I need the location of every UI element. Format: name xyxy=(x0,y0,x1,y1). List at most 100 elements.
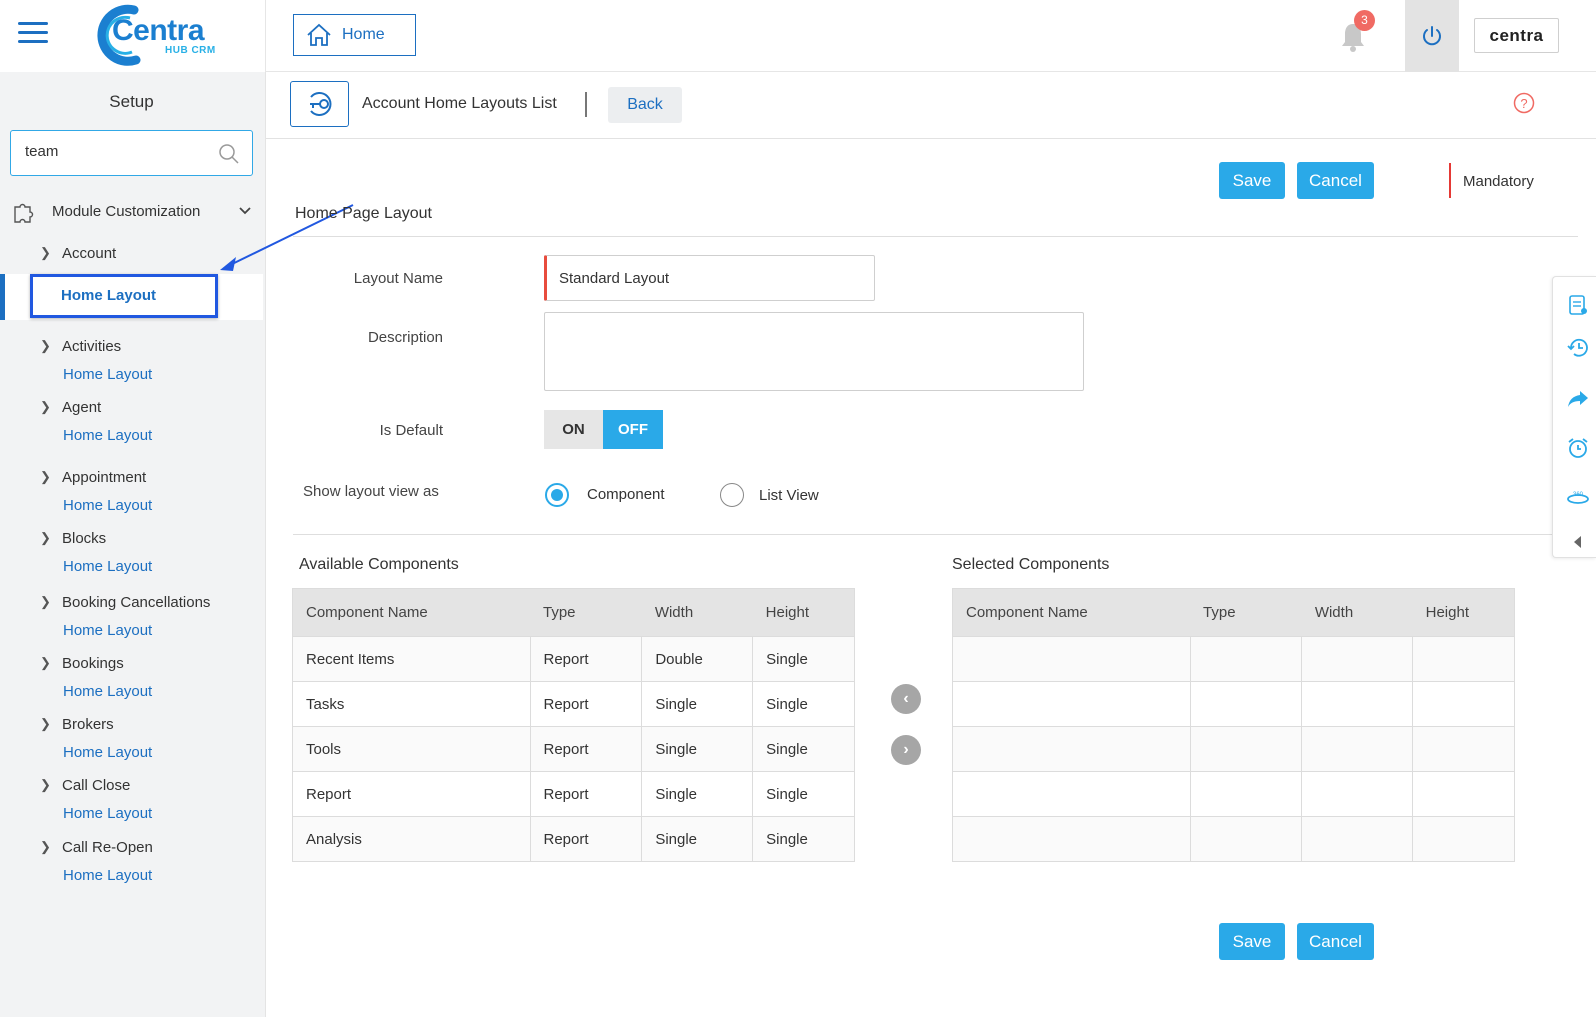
table-row[interactable]: Tasks Report Single Single xyxy=(292,681,855,727)
key-icon xyxy=(309,92,331,116)
selected-components-title: Selected Components xyxy=(952,556,1110,573)
description-field[interactable] xyxy=(544,312,1084,391)
table-cell xyxy=(1189,816,1303,862)
move-left-button[interactable]: ‹ xyxy=(891,684,921,714)
search-icon[interactable] xyxy=(218,143,240,165)
alarm-clock-icon[interactable] xyxy=(1566,436,1590,460)
chevron-right-icon: ❯ xyxy=(40,530,51,545)
table-cell xyxy=(1301,726,1414,772)
sidebar-subitem-home-layout[interactable]: Home Layout xyxy=(63,683,152,705)
sidebar-search[interactable] xyxy=(10,130,253,176)
save-button[interactable]: Save xyxy=(1219,162,1285,199)
table-cell: Single xyxy=(641,681,754,727)
table-cell: Double xyxy=(641,636,754,682)
sidebar-item-blocks[interactable]: ❯ Blocks xyxy=(40,527,106,549)
sidebar-subitem-home-layout[interactable]: Home Layout xyxy=(63,867,152,889)
is-default-off-toggle[interactable]: OFF xyxy=(603,410,663,449)
sidebar-subitem-home-layout[interactable]: Home Layout xyxy=(63,497,152,519)
sidebar-subitem-home-layout[interactable]: Home Layout xyxy=(63,558,152,580)
sidebar-subitem-home-layout[interactable]: Home Layout xyxy=(63,366,152,388)
sidebar-item-call-re-open[interactable]: ❯ Call Re-Open xyxy=(40,836,153,858)
section-title: Home Page Layout xyxy=(295,205,432,222)
chevron-right-icon: ❯ xyxy=(40,594,51,609)
sidebar-item-label: Appointment xyxy=(62,468,147,486)
table-row[interactable]: Tools Report Single Single xyxy=(292,726,855,772)
table-cell xyxy=(952,636,1191,682)
table-cell: Single xyxy=(752,771,855,817)
active-indicator xyxy=(0,274,5,320)
column-header: Type xyxy=(530,588,642,637)
chevron-right-icon: ❯ xyxy=(40,338,51,353)
table-cell: Single xyxy=(641,771,754,817)
table-cell xyxy=(1301,816,1414,862)
view-360-icon[interactable]: 360 xyxy=(1566,486,1590,510)
sidebar-item-label: Booking Cancellations xyxy=(62,593,211,611)
home-button[interactable]: Home xyxy=(293,14,416,56)
power-icon xyxy=(1423,26,1441,46)
table-row[interactable]: Analysis Report Single Single xyxy=(292,816,855,862)
back-button[interactable]: Back xyxy=(608,87,682,123)
component-radio[interactable] xyxy=(545,483,569,507)
sidebar-item-account[interactable]: ❯ Account xyxy=(40,242,116,264)
account-brand-logo[interactable]: centra xyxy=(1474,18,1559,53)
table-cell: Report xyxy=(529,636,643,682)
cancel-button-bottom[interactable]: Cancel xyxy=(1297,923,1374,960)
brand-name: Centra xyxy=(112,14,205,47)
description-label: Description xyxy=(367,329,443,346)
sidebar-subitem-home-layout[interactable]: Home Layout xyxy=(63,744,152,766)
mandatory-legend: Mandatory xyxy=(1463,173,1534,190)
sidebar-item-bookings[interactable]: ❯ Bookings xyxy=(40,652,124,674)
chevron-right-icon: ❯ xyxy=(40,716,51,731)
breadcrumb-divider xyxy=(585,92,587,117)
component-radio-label: Component xyxy=(587,486,665,503)
layout-name-field[interactable]: Standard Layout xyxy=(544,255,875,301)
clipboard-icon[interactable] xyxy=(1566,292,1590,316)
layout-list-button[interactable] xyxy=(290,81,349,127)
sidebar-item-home-layout-active[interactable]: Home Layout xyxy=(61,287,156,304)
table-cell xyxy=(952,816,1191,862)
sidebar-title: Setup xyxy=(109,92,154,111)
table-cell: Single xyxy=(752,726,855,772)
table-header-row: Component Name Type Width Height xyxy=(292,588,855,637)
sidebar-item-booking-cancellations[interactable]: ❯ Booking Cancellations xyxy=(40,591,210,613)
power-button[interactable] xyxy=(1405,0,1459,72)
table-row[interactable]: Recent Items Report Double Single xyxy=(292,636,855,682)
table-cell: Report xyxy=(529,681,643,727)
table-cell: Report xyxy=(529,816,643,862)
table-cell: Single xyxy=(641,726,754,772)
save-button-bottom[interactable]: Save xyxy=(1219,923,1285,960)
search-input[interactable] xyxy=(25,143,205,160)
sidebar-item-call-close[interactable]: ❯ Call Close xyxy=(40,774,130,796)
hamburger-menu-icon[interactable] xyxy=(18,22,48,46)
sidebar-subitem-home-layout[interactable]: Home Layout xyxy=(63,427,152,449)
sidebar-subitem-home-layout[interactable]: Home Layout xyxy=(63,805,152,827)
sidebar-item-label: Call Close xyxy=(62,776,131,794)
table-cell: Report xyxy=(529,726,643,772)
sidebar-item-brokers[interactable]: ❯ Brokers xyxy=(40,713,114,735)
history-icon[interactable] xyxy=(1566,336,1590,360)
sidebar-item-activities[interactable]: ❯ Activities xyxy=(40,335,121,357)
sidebar-item-label: Blocks xyxy=(62,529,107,547)
sidebar-item-label: Agent xyxy=(62,398,102,416)
column-header: Height xyxy=(752,588,855,637)
sidebar-item-agent[interactable]: ❯ Agent xyxy=(40,396,101,418)
breadcrumb-separator xyxy=(266,138,1596,139)
table-row[interactable]: Report Report Single Single xyxy=(292,771,855,817)
table-cell xyxy=(1412,771,1515,817)
table-cell: Single xyxy=(641,816,754,862)
list-view-radio[interactable] xyxy=(720,483,744,507)
table-cell xyxy=(1412,816,1515,862)
move-right-button[interactable]: › xyxy=(891,735,921,765)
table-header-row: Component Name Type Width Height xyxy=(952,588,1515,637)
help-icon[interactable]: ? xyxy=(1513,92,1535,114)
table-row xyxy=(952,636,1515,682)
share-icon[interactable] xyxy=(1566,386,1590,410)
is-default-on-toggle[interactable]: ON xyxy=(544,410,603,449)
column-header: Type xyxy=(1190,588,1302,637)
sidebar-subitem-home-layout[interactable]: Home Layout xyxy=(63,622,152,644)
sidebar-item-appointment[interactable]: ❯ Appointment xyxy=(40,466,146,488)
collapse-rail-icon[interactable] xyxy=(1566,530,1590,554)
cancel-button[interactable]: Cancel xyxy=(1297,162,1374,199)
table-cell xyxy=(1189,771,1303,817)
house-icon xyxy=(307,23,331,46)
